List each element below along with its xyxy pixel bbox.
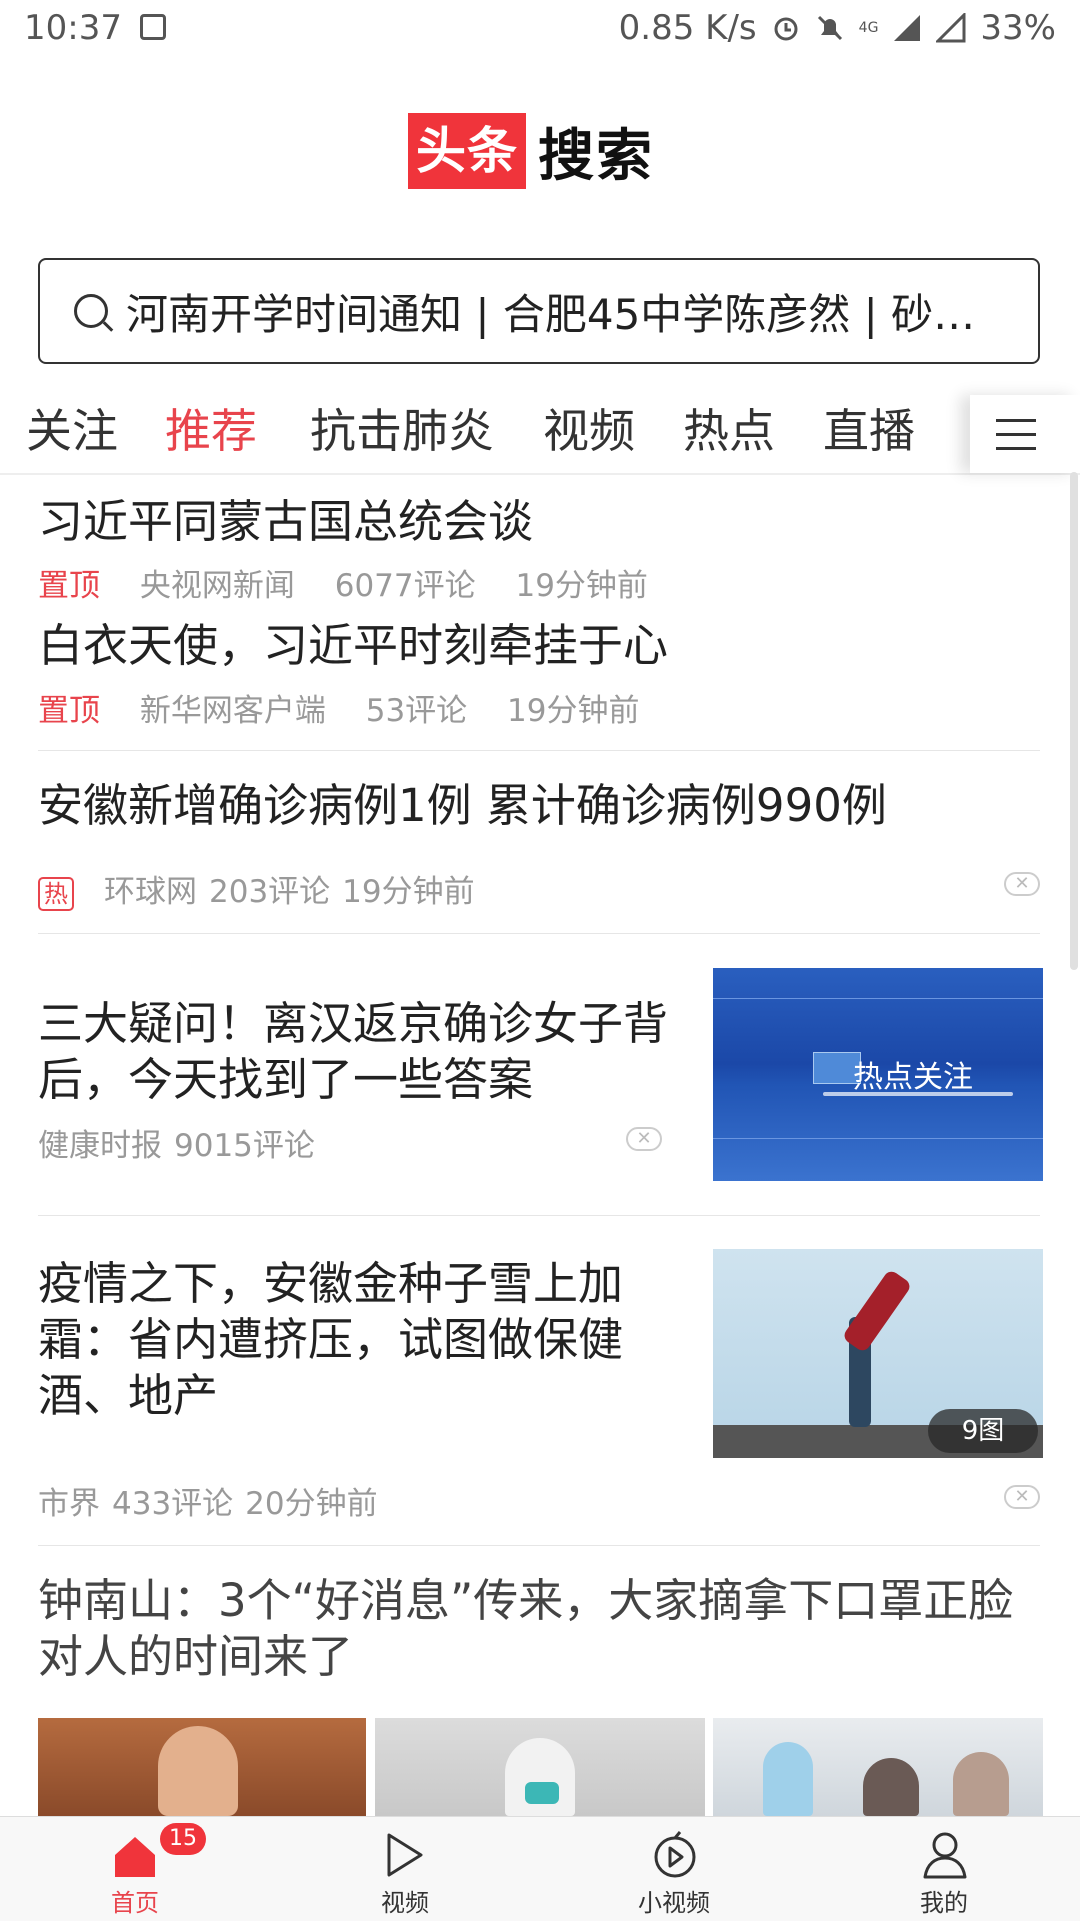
play-icon xyxy=(387,1833,423,1877)
image-notification-icon xyxy=(140,14,166,40)
notification-badge: 15 xyxy=(160,1823,206,1855)
divider xyxy=(38,1215,1040,1216)
comment-count: 203评论 xyxy=(209,874,331,910)
face xyxy=(158,1726,238,1816)
news-headline-1[interactable]: 安徽新增确诊病例1例 累计确诊病例990例 xyxy=(38,778,887,834)
protective-suit xyxy=(505,1738,575,1816)
search-placeholder: 河南开学时间通知 | 合肥45中学陈彦然 | 砂… xyxy=(126,289,976,339)
menu-icon xyxy=(996,419,1036,422)
timestamp: 19分钟前 xyxy=(515,568,648,604)
signal-icon xyxy=(894,15,921,41)
channel-tabs: 关注 推荐 抗击肺炎 视频 热点 直播 xyxy=(0,395,1080,475)
news-thumbnail-2[interactable]: 热点关注 xyxy=(713,968,1043,1181)
toutiao-search-logo: 头条 搜索 xyxy=(408,112,654,190)
scrollbar[interactable] xyxy=(1070,472,1078,970)
alarm-icon xyxy=(774,17,798,41)
status-bar: 10:37 0.85 K/s 4G 33% xyxy=(0,0,1080,60)
tab-fight-pneumonia[interactable]: 抗击肺炎 xyxy=(310,395,494,461)
comment-count: 9015评论 xyxy=(174,1128,315,1164)
network-speed: 0.85 K/s xyxy=(618,8,757,48)
dismiss-icon[interactable]: ✕ xyxy=(626,1127,662,1151)
comment-count: 53评论 xyxy=(365,693,468,729)
news-headline-2[interactable]: 三大疑问！离汉返京确诊女子背 后，今天找到了一些答案 xyxy=(38,996,688,1108)
status-time: 10:37 xyxy=(24,8,122,48)
network-type: 4G xyxy=(858,20,879,36)
mute-bell-icon xyxy=(817,15,842,41)
news-thumbnail-3[interactable]: 9图 xyxy=(713,1249,1043,1458)
bottle xyxy=(841,1268,913,1354)
timestamp: 20分钟前 xyxy=(245,1486,378,1522)
comment-count: 6077评论 xyxy=(334,568,476,604)
pinned-meta-2: 置顶 新华网客户端 53评论 19分钟前 xyxy=(38,685,669,730)
user-icon xyxy=(923,1832,967,1879)
pinned-tag: 置顶 xyxy=(38,568,100,604)
short-video-icon xyxy=(654,1831,696,1878)
news-headline-4[interactable]: 钟南山：3个“好消息”传来，大家摘拿下口罩正脸 对人的时间来了 xyxy=(38,1573,1048,1685)
news-meta-3: 市界 433评论 20分钟前 xyxy=(38,1478,408,1523)
source: 健康时报 xyxy=(38,1128,162,1164)
news-image-4a[interactable] xyxy=(38,1718,366,1816)
tab-follow[interactable]: 关注 xyxy=(26,395,118,461)
divider xyxy=(38,933,1040,934)
source: 市界 xyxy=(38,1486,100,1522)
news-meta-2: 健康时报 9015评论 xyxy=(38,1120,345,1165)
source: 新华网客户端 xyxy=(139,693,326,729)
image-count-badge: 9图 xyxy=(928,1409,1038,1453)
thumbnail-caption: 热点关注 xyxy=(853,1060,973,1095)
news-image-4b[interactable] xyxy=(375,1718,705,1816)
dismiss-icon[interactable]: ✕ xyxy=(1004,872,1040,896)
pinned-meta-1: 置顶 央视网新闻 6077评论 19分钟前 xyxy=(38,560,678,605)
source: 央视网新闻 xyxy=(139,568,295,604)
tab-video[interactable]: 视频 xyxy=(543,395,635,461)
hot-badge: 热 xyxy=(38,876,74,911)
timestamp: 19分钟前 xyxy=(507,693,640,729)
news-image-4c[interactable] xyxy=(713,1718,1043,1816)
signal-2-icon xyxy=(936,13,966,43)
pinned-tag: 置顶 xyxy=(38,693,100,729)
timestamp: 19分钟前 xyxy=(342,874,475,910)
logo-red-text: 头条 xyxy=(408,113,526,189)
channel-menu-button[interactable] xyxy=(970,395,1080,473)
home-icon xyxy=(115,1837,155,1877)
tab-live[interactable]: 直播 xyxy=(823,395,915,461)
divider xyxy=(38,1545,1040,1546)
comment-count: 433评论 xyxy=(112,1486,234,1522)
pinned-headline-2[interactable]: 白衣天使，习近平时刻牵挂于心 xyxy=(38,618,668,674)
source: 环球网 xyxy=(104,874,197,910)
pinned-headline-1[interactable]: 习近平同蒙古国总统会谈 xyxy=(38,494,533,550)
search-icon xyxy=(74,294,108,328)
search-bar[interactable]: 河南开学时间通知 | 合肥45中学陈彦然 | 砂… xyxy=(38,258,1040,364)
divider xyxy=(38,750,1040,751)
battery-percent: 33% xyxy=(980,8,1056,48)
news-meta-1: 热环球网 203评论 19分钟前 xyxy=(38,866,505,911)
logo-black-text: 搜索 xyxy=(538,123,654,189)
mask xyxy=(525,1782,559,1804)
tab-hot[interactable]: 热点 xyxy=(683,395,775,461)
news-headline-3[interactable]: 疫情之下，安徽金种子雪上加 霜：省内遭挤压，试图做保健 酒、地产 xyxy=(38,1256,688,1424)
tab-recommend[interactable]: 推荐 xyxy=(165,395,257,461)
dismiss-icon[interactable]: ✕ xyxy=(1004,1485,1040,1509)
